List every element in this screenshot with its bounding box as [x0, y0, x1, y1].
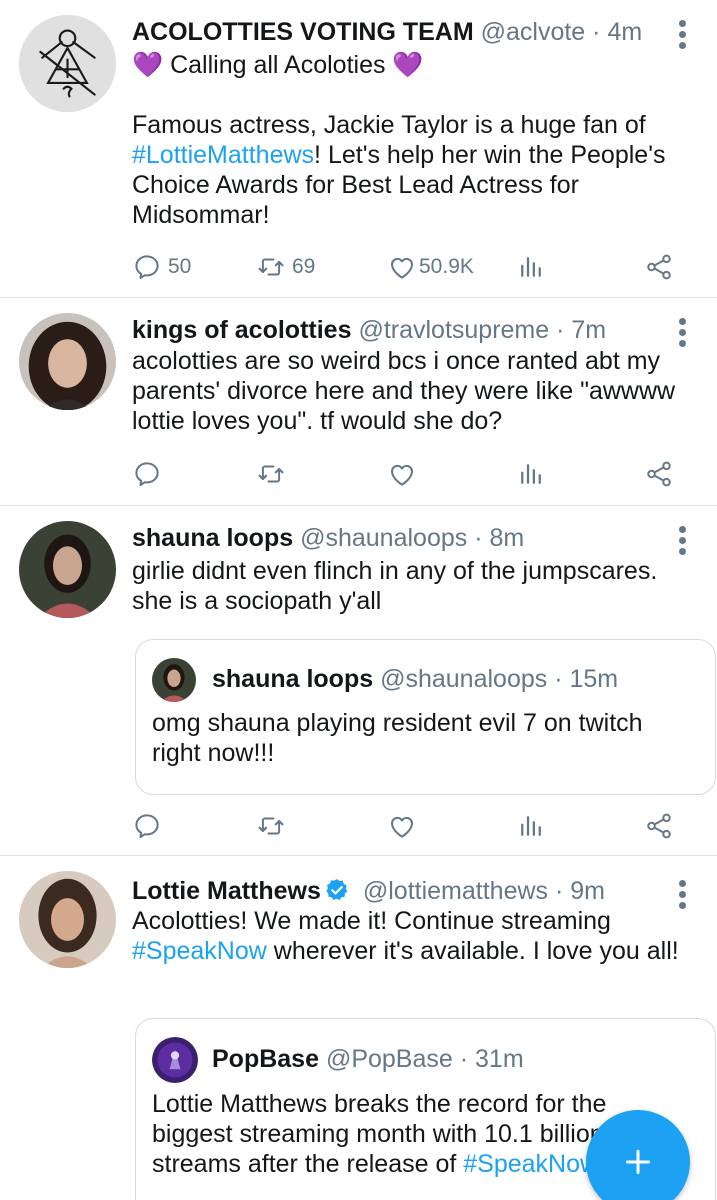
like-button[interactable]: 50.9K [387, 249, 474, 285]
stats-button[interactable] [516, 456, 546, 492]
sigil-logo-icon[interactable] [19, 15, 116, 112]
tweet-text-part: Famous actress, Jackie Taylor is a huge … [132, 111, 646, 139]
reply-button[interactable]: 50 [132, 249, 191, 285]
author-handle[interactable]: @aclvote [481, 18, 586, 46]
reply-button[interactable] [132, 456, 162, 492]
tweet-actions [132, 808, 680, 844]
quoted-author-name: PopBase [212, 1045, 319, 1073]
timestamp: · 7m [556, 316, 607, 344]
share-icon [644, 252, 674, 282]
more-options-icon[interactable] [679, 20, 687, 49]
retweet-icon [256, 459, 286, 489]
retweet-button[interactable] [256, 808, 286, 844]
bar-chart-icon [516, 459, 546, 489]
avatar [152, 658, 196, 702]
timestamp: · 4m [592, 18, 643, 46]
tweet-text: Acolotties! We made it! Continue streami… [132, 906, 702, 966]
share-icon [644, 459, 674, 489]
share-button[interactable] [644, 456, 674, 492]
bar-chart-icon [516, 252, 546, 282]
quoted-tweet[interactable]: shauna loops @shaunaloops · 15m omg shau… [135, 639, 716, 795]
share-icon [644, 811, 674, 841]
heart-icon [387, 252, 417, 282]
heart-icon [387, 459, 417, 489]
retweet-icon [256, 252, 286, 282]
heart-icon [387, 811, 417, 841]
share-button[interactable] [644, 249, 674, 285]
tweet-text: acolotties are so weird bcs i once rante… [132, 347, 676, 435]
tweet-actions: 50 69 50.9K [132, 249, 680, 285]
author-handle[interactable]: @travlotsupreme [358, 316, 549, 344]
tweet[interactable]: kings of acolotties @travlotsupreme · 7m… [0, 298, 717, 506]
tweet[interactable]: ACOLOTTIES VOTING TEAM @aclvote · 4m 💜 C… [0, 0, 717, 298]
author-handle[interactable]: @shaunaloops [300, 524, 467, 552]
retweet-count: 69 [292, 255, 316, 278]
tweet-text-line: 💜 Calling all Acoloties 💜 [132, 51, 424, 79]
author-handle[interactable]: @lottiematthews [363, 877, 548, 905]
compose-plus-icon [625, 1149, 651, 1175]
bar-chart-icon [516, 811, 546, 841]
avatar[interactable] [19, 871, 116, 968]
avatar[interactable] [19, 313, 116, 410]
reply-button[interactable] [132, 808, 162, 844]
timestamp: · 8m [474, 524, 525, 552]
quoted-timestamp: · 31m [459, 1045, 524, 1073]
like-count: 50.9K [419, 255, 474, 278]
more-options-icon[interactable] [679, 526, 687, 555]
timestamp: · 9m [554, 877, 605, 905]
quoted-timestamp: · 15m [554, 665, 619, 693]
more-options-icon[interactable] [679, 880, 687, 909]
retweet-button[interactable]: 69 [256, 249, 315, 285]
popbase-logo-icon [152, 1037, 198, 1083]
author-name[interactable]: shauna loops [132, 524, 293, 552]
tweet[interactable]: shauna loops @shaunaloops · 8m girlie di… [0, 506, 717, 856]
author-name[interactable]: ACOLOTTIES VOTING TEAM [132, 18, 474, 46]
reply-icon [132, 811, 162, 841]
hashtag-link[interactable]: #LottieMatthews [132, 141, 314, 169]
tweet-text: 💜 Calling all Acoloties 💜 Famous actress… [132, 50, 702, 230]
author-name[interactable]: kings of acolotties [132, 316, 351, 344]
share-button[interactable] [644, 808, 674, 844]
reply-icon [132, 459, 162, 489]
reply-icon [132, 252, 162, 282]
tweet-text-part: wherever it's available. I love you all! [266, 937, 679, 965]
quoted-author-name: shauna loops [212, 665, 374, 693]
reply-count: 50 [168, 255, 192, 278]
retweet-button[interactable] [256, 456, 286, 492]
verified-badge-icon [326, 878, 348, 900]
hashtag-link[interactable]: #SpeakNow [463, 1150, 598, 1178]
like-button[interactable] [387, 456, 417, 492]
avatar[interactable] [19, 521, 116, 618]
more-options-icon[interactable] [679, 318, 687, 347]
tweet-actions [132, 456, 680, 492]
retweet-icon [256, 811, 286, 841]
stats-button[interactable] [516, 808, 546, 844]
quoted-tweet-text: omg shauna playing resident evil 7 on tw… [152, 709, 643, 767]
quoted-author-handle: @shaunaloops [380, 665, 548, 693]
quoted-author-handle: @PopBase [325, 1045, 453, 1073]
tweet-text: girlie didnt even flinch in any of the j… [132, 557, 658, 615]
stats-button[interactable] [516, 249, 546, 285]
tweet-text-part: Acolotties! We made it! Continue streami… [132, 907, 611, 935]
like-button[interactable] [387, 808, 417, 844]
author-name[interactable]: Lottie Matthews [132, 877, 321, 905]
hashtag-link[interactable]: #SpeakNow [132, 937, 267, 965]
